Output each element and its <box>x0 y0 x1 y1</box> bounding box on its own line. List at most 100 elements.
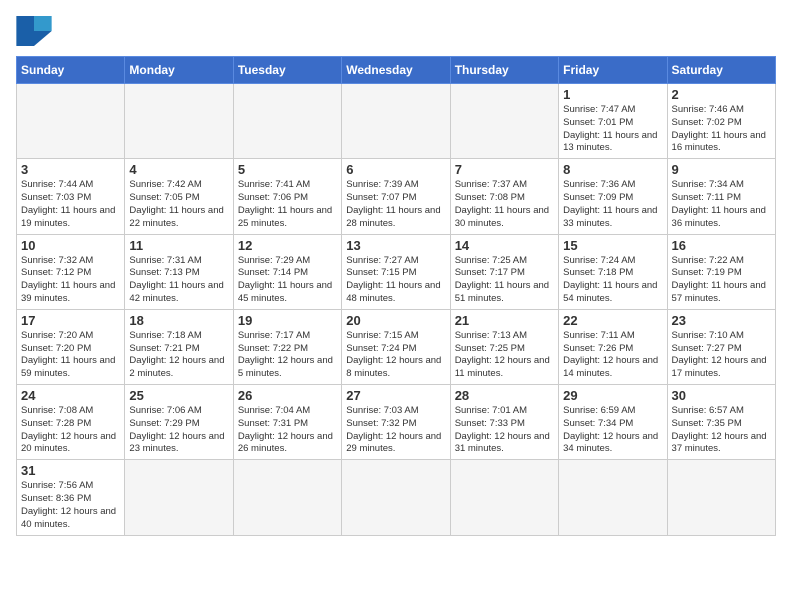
day-sun-info: Sunrise: 7:46 AM Sunset: 7:02 PM Dayligh… <box>672 104 771 155</box>
day-number: 6 <box>346 162 445 177</box>
day-number: 5 <box>238 162 337 177</box>
day-number: 13 <box>346 238 445 253</box>
day-sun-info: Sunrise: 7:47 AM Sunset: 7:01 PM Dayligh… <box>563 104 662 155</box>
day-sun-info: Sunrise: 7:29 AM Sunset: 7:14 PM Dayligh… <box>238 255 337 306</box>
day-sun-info: Sunrise: 7:10 AM Sunset: 7:27 PM Dayligh… <box>672 330 771 381</box>
calendar-day-cell <box>450 84 558 159</box>
day-number: 3 <box>21 162 120 177</box>
calendar-day-cell: 22 Sunrise: 7:11 AM Sunset: 7:26 PM Dayli… <box>559 309 667 384</box>
weekday-header: Thursday <box>450 57 558 84</box>
day-number: 19 <box>238 313 337 328</box>
calendar-day-cell: 7Sunrise: 7:37 AM Sunset: 7:08 PM Daylig… <box>450 159 558 234</box>
calendar-day-cell: 8 Sunrise: 7:36 AM Sunset: 7:09 PM Daylig… <box>559 159 667 234</box>
day-number: 31 <box>21 463 120 478</box>
calendar-day-cell <box>342 84 450 159</box>
day-sun-info: Sunrise: 7:36 AM Sunset: 7:09 PM Dayligh… <box>563 179 662 230</box>
day-sun-info: Sunrise: 7:04 AM Sunset: 7:31 PM Dayligh… <box>238 405 337 456</box>
day-sun-info: Sunrise: 7:18 AM Sunset: 7:21 PM Dayligh… <box>129 330 228 381</box>
weekday-header: Sunday <box>17 57 125 84</box>
day-sun-info: Sunrise: 6:59 AM Sunset: 7:34 PM Dayligh… <box>563 405 662 456</box>
calendar-week-row: 31 Sunrise: 7:56 AM Sunset: 8:36 PM Dayli… <box>17 460 776 535</box>
day-sun-info: Sunrise: 7:11 AM Sunset: 7:26 PM Dayligh… <box>563 330 662 381</box>
day-sun-info: Sunrise: 7:13 AM Sunset: 7:25 PM Dayligh… <box>455 330 554 381</box>
day-number: 22 <box>563 313 662 328</box>
day-number: 4 <box>129 162 228 177</box>
day-number: 2 <box>672 87 771 102</box>
day-number: 27 <box>346 388 445 403</box>
calendar-day-cell: 31 Sunrise: 7:56 AM Sunset: 8:36 PM Dayli… <box>17 460 125 535</box>
calendar-day-cell: 25 Sunrise: 7:06 AM Sunset: 7:29 PM Dayli… <box>125 385 233 460</box>
day-sun-info: Sunrise: 7:06 AM Sunset: 7:29 PM Dayligh… <box>129 405 228 456</box>
calendar-day-cell <box>233 460 341 535</box>
weekday-header: Tuesday <box>233 57 341 84</box>
day-number: 12 <box>238 238 337 253</box>
day-number: 25 <box>129 388 228 403</box>
day-number: 15 <box>563 238 662 253</box>
calendar-day-cell: 9Sunrise: 7:34 AM Sunset: 7:11 PM Daylig… <box>667 159 775 234</box>
calendar-day-cell: 19 Sunrise: 7:17 AM Sunset: 7:22 PM Dayli… <box>233 309 341 384</box>
day-sun-info: Sunrise: 7:31 AM Sunset: 7:13 PM Dayligh… <box>129 255 228 306</box>
calendar-day-cell: 17Sunrise: 7:20 AM Sunset: 7:20 PM Dayli… <box>17 309 125 384</box>
calendar-day-cell: 4 Sunrise: 7:42 AM Sunset: 7:05 PM Daylig… <box>125 159 233 234</box>
day-sun-info: Sunrise: 6:57 AM Sunset: 7:35 PM Dayligh… <box>672 405 771 456</box>
day-sun-info: Sunrise: 7:42 AM Sunset: 7:05 PM Dayligh… <box>129 179 228 230</box>
day-number: 26 <box>238 388 337 403</box>
calendar-day-cell: 18 Sunrise: 7:18 AM Sunset: 7:21 PM Dayli… <box>125 309 233 384</box>
calendar-day-cell: 13 Sunrise: 7:27 AM Sunset: 7:15 PM Dayli… <box>342 234 450 309</box>
day-sun-info: Sunrise: 7:01 AM Sunset: 7:33 PM Dayligh… <box>455 405 554 456</box>
calendar-day-cell: 2 Sunrise: 7:46 AM Sunset: 7:02 PM Daylig… <box>667 84 775 159</box>
page-header <box>16 16 776 46</box>
day-number: 16 <box>672 238 771 253</box>
calendar-day-cell: 21 Sunrise: 7:13 AM Sunset: 7:25 PM Dayli… <box>450 309 558 384</box>
day-number: 30 <box>672 388 771 403</box>
weekday-header: Saturday <box>667 57 775 84</box>
day-sun-info: Sunrise: 7:03 AM Sunset: 7:32 PM Dayligh… <box>346 405 445 456</box>
calendar-week-row: 1Sunrise: 7:47 AM Sunset: 7:01 PM Daylig… <box>17 84 776 159</box>
day-sun-info: Sunrise: 7:27 AM Sunset: 7:15 PM Dayligh… <box>346 255 445 306</box>
calendar-week-row: 3Sunrise: 7:44 AM Sunset: 7:03 PM Daylig… <box>17 159 776 234</box>
calendar-day-cell: 23Sunrise: 7:10 AM Sunset: 7:27 PM Dayli… <box>667 309 775 384</box>
day-sun-info: Sunrise: 7:22 AM Sunset: 7:19 PM Dayligh… <box>672 255 771 306</box>
calendar-day-cell: 27 Sunrise: 7:03 AM Sunset: 7:32 PM Dayli… <box>342 385 450 460</box>
calendar-day-cell: 26 Sunrise: 7:04 AM Sunset: 7:31 PM Dayli… <box>233 385 341 460</box>
logo-icon <box>16 16 52 46</box>
day-number: 29 <box>563 388 662 403</box>
day-number: 11 <box>129 238 228 253</box>
calendar-day-cell: 3Sunrise: 7:44 AM Sunset: 7:03 PM Daylig… <box>17 159 125 234</box>
calendar-day-cell: 5Sunrise: 7:41 AM Sunset: 7:06 PM Daylig… <box>233 159 341 234</box>
calendar-day-cell: 11 Sunrise: 7:31 AM Sunset: 7:13 PM Dayli… <box>125 234 233 309</box>
calendar-day-cell <box>125 460 233 535</box>
day-number: 8 <box>563 162 662 177</box>
calendar-day-cell <box>450 460 558 535</box>
calendar-day-cell: 10Sunrise: 7:32 AM Sunset: 7:12 PM Dayli… <box>17 234 125 309</box>
day-number: 7 <box>455 162 554 177</box>
weekday-header: Friday <box>559 57 667 84</box>
calendar-day-cell: 29 Sunrise: 6:59 AM Sunset: 7:34 PM Dayli… <box>559 385 667 460</box>
calendar-day-cell <box>667 460 775 535</box>
calendar-day-cell: 1Sunrise: 7:47 AM Sunset: 7:01 PM Daylig… <box>559 84 667 159</box>
calendar-day-cell <box>17 84 125 159</box>
day-number: 14 <box>455 238 554 253</box>
calendar-week-row: 10Sunrise: 7:32 AM Sunset: 7:12 PM Dayli… <box>17 234 776 309</box>
day-number: 18 <box>129 313 228 328</box>
day-sun-info: Sunrise: 7:56 AM Sunset: 8:36 PM Dayligh… <box>21 480 120 531</box>
day-sun-info: Sunrise: 7:24 AM Sunset: 7:18 PM Dayligh… <box>563 255 662 306</box>
day-number: 28 <box>455 388 554 403</box>
calendar-day-cell <box>559 460 667 535</box>
day-number: 24 <box>21 388 120 403</box>
day-sun-info: Sunrise: 7:08 AM Sunset: 7:28 PM Dayligh… <box>21 405 120 456</box>
calendar-day-cell <box>233 84 341 159</box>
day-sun-info: Sunrise: 7:17 AM Sunset: 7:22 PM Dayligh… <box>238 330 337 381</box>
calendar-day-cell: 12 Sunrise: 7:29 AM Sunset: 7:14 PM Dayli… <box>233 234 341 309</box>
logo <box>16 16 56 46</box>
day-sun-info: Sunrise: 7:25 AM Sunset: 7:17 PM Dayligh… <box>455 255 554 306</box>
calendar-day-cell: 20Sunrise: 7:15 AM Sunset: 7:24 PM Dayli… <box>342 309 450 384</box>
day-sun-info: Sunrise: 7:20 AM Sunset: 7:20 PM Dayligh… <box>21 330 120 381</box>
calendar-day-cell: 6Sunrise: 7:39 AM Sunset: 7:07 PM Daylig… <box>342 159 450 234</box>
calendar-week-row: 17Sunrise: 7:20 AM Sunset: 7:20 PM Dayli… <box>17 309 776 384</box>
day-number: 21 <box>455 313 554 328</box>
weekday-header-row: SundayMondayTuesdayWednesdayThursdayFrid… <box>17 57 776 84</box>
calendar-day-cell: 24 Sunrise: 7:08 AM Sunset: 7:28 PM Dayli… <box>17 385 125 460</box>
day-sun-info: Sunrise: 7:15 AM Sunset: 7:24 PM Dayligh… <box>346 330 445 381</box>
weekday-header: Wednesday <box>342 57 450 84</box>
